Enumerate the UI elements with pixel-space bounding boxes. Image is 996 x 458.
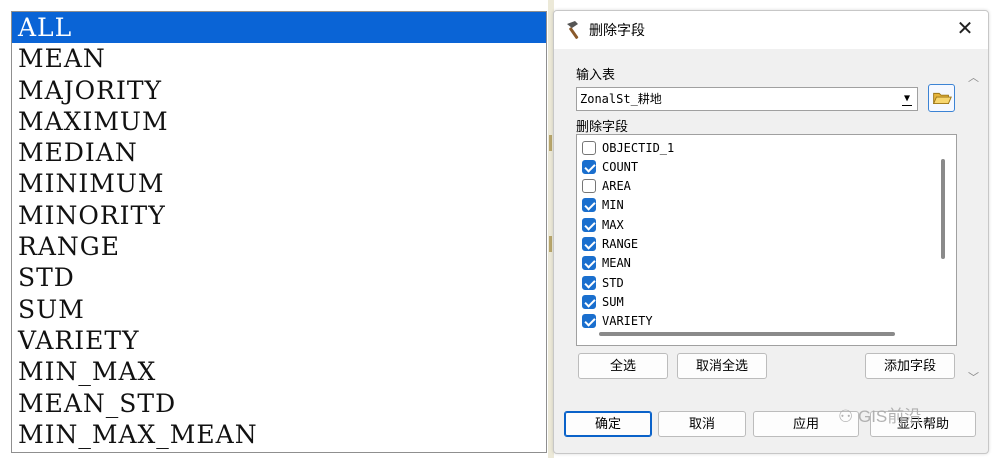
drop-fields-label: 删除字段: [576, 119, 629, 134]
stat-list-item[interactable]: MINORITY: [12, 200, 546, 231]
wechat-icon: ⚇: [838, 407, 854, 426]
field-name-label: AREA: [602, 179, 631, 194]
field-name-label: STD: [602, 275, 624, 290]
field-list-item[interactable]: OBJECTID_1: [582, 138, 674, 157]
vertical-scrollbar[interactable]: [941, 159, 945, 259]
add-field-button[interactable]: 添加字段: [865, 353, 955, 379]
input-table-value: ZonalSt_耕地: [580, 92, 662, 106]
field-checkbox[interactable]: [582, 217, 596, 232]
field-name-label: MIN: [602, 198, 624, 213]
drop-field-list[interactable]: VARIETY SUM STD MEAN RANGE MAX MIN AREA COUNT OBJ…: [576, 134, 957, 346]
field-list-item[interactable]: VARIETY: [582, 312, 653, 331]
browse-folder-button[interactable]: [928, 84, 955, 112]
field-list-item[interactable]: COUNT: [582, 157, 638, 176]
stat-list-item[interactable]: MAXIMUM: [12, 106, 546, 137]
unselect-all-button[interactable]: 取消全选: [677, 353, 767, 379]
field-list-item[interactable]: MAX: [582, 215, 624, 234]
stat-list-item[interactable]: MIN_MAX_MEAN: [12, 419, 546, 450]
field-checkbox[interactable]: [582, 159, 596, 174]
horizontal-scrollbar[interactable]: [599, 332, 895, 336]
field-name-label: MEAN: [602, 256, 631, 271]
field-checkbox[interactable]: [582, 275, 596, 290]
stat-list-item[interactable]: STD: [12, 262, 546, 293]
stat-list-item[interactable]: MEAN: [12, 43, 546, 74]
hammer-icon: [567, 21, 579, 39]
watermark: ⚇ GIS前沿: [838, 402, 921, 427]
field-list-item[interactable]: MEAN: [582, 254, 631, 273]
field-checkbox[interactable]: [582, 140, 596, 155]
field-checkbox[interactable]: [582, 179, 596, 194]
field-name-label: OBJECTID_1: [602, 140, 675, 155]
stat-list-item[interactable]: RANGE: [12, 231, 546, 262]
stat-list-item[interactable]: SUM: [12, 294, 546, 325]
field-checkbox[interactable]: [582, 314, 596, 329]
field-list-item[interactable]: STD: [582, 273, 624, 292]
field-name-label: VARIETY: [602, 314, 653, 329]
ok-button[interactable]: 确定: [564, 411, 652, 437]
stat-list-item[interactable]: MAJORITY: [12, 75, 546, 106]
dialog-title: 删除字段: [589, 22, 645, 38]
stat-list-item[interactable]: MEAN_STD: [12, 388, 546, 419]
dropdown-arrow-icon[interactable]: ▼: [899, 90, 915, 108]
field-checkbox[interactable]: [582, 294, 596, 309]
stat-list-item[interactable]: MIN_MAX: [12, 356, 546, 387]
close-button[interactable]: ✕: [954, 18, 976, 40]
chevron-down-icon[interactable]: ﹀: [968, 369, 979, 385]
field-list-item[interactable]: AREA: [582, 177, 631, 196]
delete-field-dialog: 删除字段 ✕ 输入表 ZonalSt_耕地 ▼ 删除字段 VARIETY SUM S…: [553, 10, 989, 454]
title-bar: 删除字段 ✕: [554, 11, 988, 49]
stat-list-item[interactable]: MINIMUM: [12, 168, 546, 199]
field-checkbox[interactable]: [582, 256, 596, 271]
field-name-label: MAX: [602, 217, 624, 232]
field-list-item[interactable]: RANGE: [582, 235, 638, 254]
stat-list-item[interactable]: VARIETY: [12, 325, 546, 356]
open-folder-icon: [932, 92, 952, 105]
field-list-item[interactable]: MIN: [582, 196, 624, 215]
field-name-label: SUM: [602, 294, 624, 309]
chevron-up-icon[interactable]: ︿: [968, 69, 979, 85]
watermark-text: GIS前沿: [857, 407, 922, 426]
cancel-button[interactable]: 取消: [658, 411, 746, 437]
field-name-label: COUNT: [602, 159, 639, 174]
statistics-type-list[interactable]: ALL MEAN MAJORITY MAXIMUM MEDIAN MINIMUM MINOR…: [11, 11, 547, 453]
field-list-item[interactable]: SUM: [582, 292, 624, 311]
input-table-label: 输入表: [576, 67, 616, 82]
input-table-combobox[interactable]: ZonalSt_耕地 ▼: [576, 87, 918, 111]
select-all-button[interactable]: 全选: [578, 353, 668, 379]
field-checkbox[interactable]: [582, 198, 596, 213]
stat-list-item[interactable]: ALL: [12, 12, 546, 44]
stat-list-item[interactable]: MEDIAN: [12, 137, 546, 168]
field-checkbox[interactable]: [582, 237, 596, 251]
field-name-label: RANGE: [602, 237, 639, 251]
